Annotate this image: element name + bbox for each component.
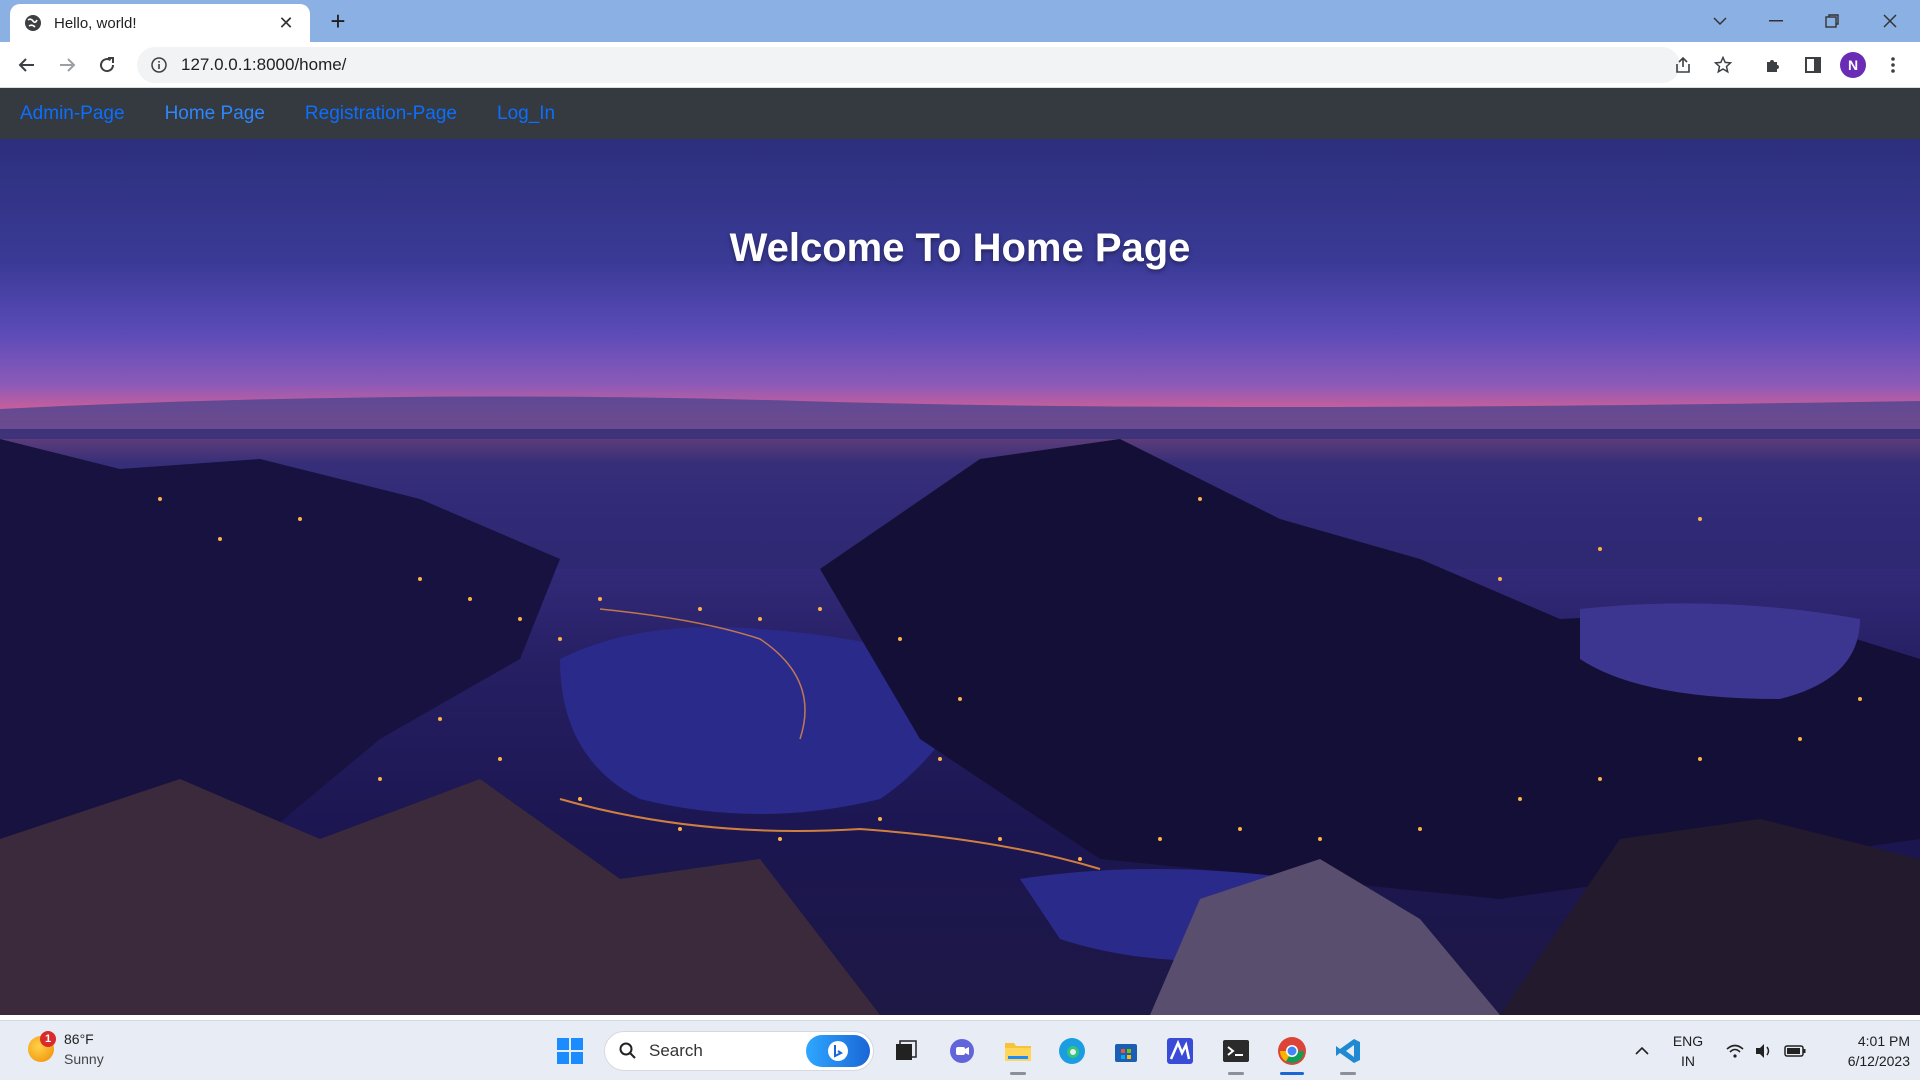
profile-avatar[interactable]: N (1840, 52, 1866, 78)
nav-link-log-in[interactable]: Log_In (497, 103, 555, 125)
terminal-icon[interactable] (1218, 1033, 1254, 1069)
language-indicator[interactable]: ENG (1668, 1033, 1708, 1049)
browser-tab-strip: Hello, world! ✕ + (0, 0, 1920, 42)
page-heading: Welcome To Home Page (729, 225, 1191, 270)
volume-icon[interactable] (1746, 1033, 1780, 1069)
notification-badge: 1 (40, 1031, 56, 1047)
teams-chat-icon[interactable] (944, 1033, 980, 1069)
extensions-puzzle-icon[interactable] (1758, 50, 1788, 80)
running-indicator (1228, 1072, 1244, 1075)
restore-button[interactable] (1812, 6, 1852, 36)
search-icon (619, 1042, 636, 1059)
search-label: Search (649, 1041, 703, 1060)
minimize-button[interactable] (1756, 6, 1796, 36)
clock-date[interactable]: 6/12/2023 (1820, 1053, 1910, 1069)
tab-title: Hello, world! (54, 14, 137, 32)
running-indicator (1340, 1072, 1356, 1075)
taskbar-search-box[interactable]: Search (604, 1031, 874, 1071)
hero-section: Welcome To Home Page (0, 139, 1920, 1015)
edge-browser-icon[interactable] (1054, 1033, 1090, 1069)
forward-button[interactable] (52, 50, 82, 80)
vscode-icon[interactable] (1330, 1033, 1366, 1069)
nav-link-registration-page[interactable]: Registration-Page (305, 103, 457, 125)
nav-link-home-page[interactable]: Home Page (165, 103, 265, 125)
chevron-up-icon[interactable] (1622, 1033, 1662, 1069)
globe-icon (25, 15, 41, 31)
close-window-button[interactable] (1870, 6, 1910, 36)
back-button[interactable] (12, 50, 42, 80)
site-navbar: Admin-Page Home Page Registration-Page L… (0, 88, 1920, 139)
weather-description: Sunny (64, 1051, 104, 1067)
browser-toolbar: 127.0.0.1:8000/home/ N (0, 42, 1920, 88)
nav-link-admin-page[interactable]: Admin-Page (20, 103, 125, 125)
reload-button[interactable] (92, 50, 122, 80)
windows-start-icon[interactable] (552, 1033, 588, 1069)
active-indicator (1280, 1072, 1304, 1075)
share-icon[interactable] (1668, 50, 1698, 80)
site-info-icon[interactable] (151, 57, 167, 73)
browser-tab[interactable]: Hello, world! ✕ (10, 4, 310, 42)
chrome-icon[interactable] (1274, 1033, 1310, 1069)
new-tab-button[interactable]: + (324, 8, 352, 36)
bing-icon[interactable] (806, 1035, 870, 1067)
running-indicator (1010, 1072, 1026, 1075)
bookmark-star-icon[interactable] (1708, 50, 1738, 80)
address-bar[interactable]: 127.0.0.1:8000/home/ (137, 47, 1680, 83)
task-view-icon[interactable] (888, 1033, 924, 1069)
file-explorer-icon[interactable] (1000, 1033, 1036, 1069)
side-panel-icon[interactable] (1798, 50, 1828, 80)
url-text: 127.0.0.1:8000/home/ (181, 55, 347, 74)
region-indicator[interactable]: IN (1668, 1053, 1708, 1069)
battery-icon[interactable] (1778, 1033, 1812, 1069)
weather-temperature: 86°F (64, 1031, 94, 1047)
tab-search-chevron-icon[interactable] (1700, 6, 1740, 36)
close-tab-icon[interactable]: ✕ (276, 13, 296, 34)
clock-time[interactable]: 4:01 PM (1820, 1033, 1910, 1049)
mathway-app-icon[interactable] (1162, 1033, 1198, 1069)
more-menu-icon[interactable] (1878, 50, 1908, 80)
os-taskbar: 1 86°F Sunny Search ENG IN 4:01 PM 6/12/… (0, 1020, 1920, 1080)
microsoft-store-icon[interactable] (1108, 1033, 1144, 1069)
